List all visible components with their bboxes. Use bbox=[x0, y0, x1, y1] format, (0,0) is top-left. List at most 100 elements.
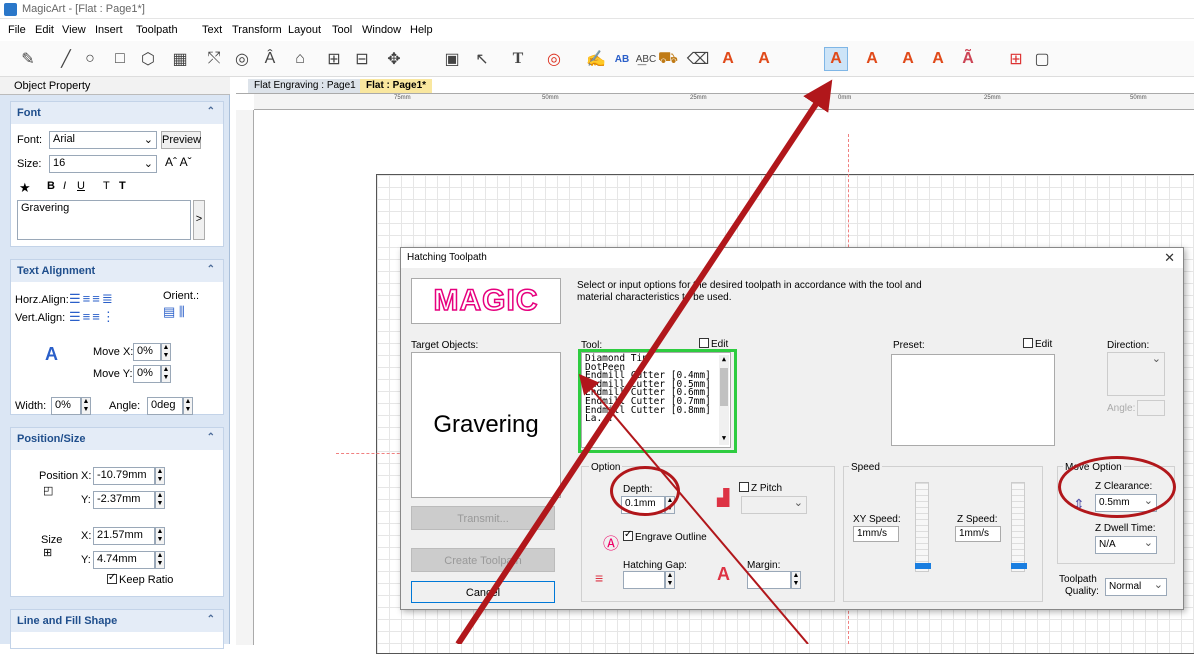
margin-input[interactable] bbox=[747, 571, 791, 589]
menu-text[interactable]: Text bbox=[202, 24, 222, 36]
text-image-icon[interactable]: Â bbox=[258, 47, 282, 71]
tab-flat-page1[interactable]: Flat : Page1* bbox=[360, 79, 433, 93]
frame-icon[interactable]: ▢ bbox=[1030, 47, 1054, 71]
position-size-header[interactable]: Position/Size ⌃ bbox=[11, 428, 223, 450]
select-arrow-icon[interactable]: ↖ bbox=[470, 47, 494, 71]
menu-file[interactable]: File bbox=[8, 24, 26, 36]
distribute-icon[interactable]: ⊟ bbox=[350, 47, 374, 71]
pos-x-input[interactable]: -10.79mm bbox=[93, 467, 155, 485]
ab-text-icon[interactable]: AB bbox=[610, 47, 634, 71]
engrave-a-icon-5[interactable]: A bbox=[896, 47, 920, 71]
engrave-a-icon-4[interactable]: A bbox=[860, 47, 884, 71]
collapse-icon[interactable]: ⌃ bbox=[207, 432, 215, 443]
orient-icons[interactable]: ▤ ⫼ bbox=[163, 304, 185, 320]
size-x-spinner[interactable]: ▲ ▼ bbox=[155, 527, 165, 545]
engrave-a-icon-2[interactable]: A bbox=[752, 47, 776, 71]
size-y-input[interactable]: 4.74mm bbox=[93, 551, 155, 569]
text-style-2[interactable]: T bbox=[119, 180, 126, 192]
engrave-a-icon-7[interactable]: Ã bbox=[956, 47, 980, 71]
slider-thumb[interactable] bbox=[1011, 563, 1027, 569]
grid-snap-icon[interactable]: ⊞ bbox=[1004, 47, 1028, 71]
text-alignment-header[interactable]: Text Alignment ⌃ bbox=[11, 260, 223, 282]
shape-tool-icon[interactable]: ⌂ bbox=[288, 47, 312, 71]
page-icon[interactable]: ▣ bbox=[440, 47, 464, 71]
text-style-1[interactable]: T bbox=[103, 180, 110, 192]
increase-font-icon[interactable]: Aˆ Aˇ bbox=[165, 155, 192, 169]
arrange-icon[interactable]: ✥ bbox=[382, 47, 406, 71]
font-select[interactable]: Arial ⌄ bbox=[49, 131, 157, 149]
preview-button[interactable]: Preview bbox=[161, 131, 201, 149]
xy-speed-slider[interactable] bbox=[915, 482, 931, 572]
font-section-header[interactable]: Font ⌃ bbox=[11, 102, 223, 124]
tab-flat-engraving[interactable]: Flat Engraving : Page1 bbox=[248, 79, 362, 93]
direction-select[interactable] bbox=[1107, 352, 1165, 396]
line-fill-header[interactable]: Line and Fill Shape ⌃ bbox=[11, 610, 223, 632]
menu-window[interactable]: Window bbox=[362, 24, 401, 36]
horz-align-icons[interactable]: ☰≡≡≣ bbox=[69, 291, 115, 307]
angle-spinner[interactable]: ▲ ▼ bbox=[183, 397, 193, 415]
transmit-button[interactable]: Transmit... bbox=[411, 506, 555, 530]
move-x-input[interactable]: 0% bbox=[133, 343, 161, 361]
width-spinner[interactable]: ▲ ▼ bbox=[81, 397, 91, 415]
menu-view[interactable]: View bbox=[62, 24, 86, 36]
margin-spinner[interactable]: ▲ ▼ bbox=[791, 571, 801, 589]
apply-text-button[interactable]: > bbox=[193, 200, 205, 240]
zpitch-checkbox[interactable]: Z Pitch bbox=[739, 482, 782, 494]
close-icon[interactable]: ✕ bbox=[1164, 250, 1175, 266]
toolpath-quality-select[interactable]: Normal bbox=[1105, 578, 1167, 596]
circle-tool-icon[interactable]: ○ bbox=[78, 47, 102, 71]
angle-input[interactable]: 0deg bbox=[147, 397, 183, 415]
engrave-a-icon-6[interactable]: A bbox=[926, 47, 950, 71]
pos-y-spinner[interactable]: ▲ ▼ bbox=[155, 491, 165, 509]
underline-button[interactable]: U bbox=[77, 180, 85, 192]
text-input[interactable]: Gravering bbox=[17, 200, 191, 240]
pen-tool-icon[interactable]: ✍ bbox=[584, 47, 608, 71]
move-x-spinner[interactable]: ▲ ▼ bbox=[161, 343, 171, 361]
star-icon[interactable]: ★ bbox=[19, 180, 31, 196]
cancel-button[interactable]: Cancel bbox=[411, 581, 555, 603]
menu-layout[interactable]: Layout bbox=[288, 24, 321, 36]
tool-box-icon[interactable]: ⛟ bbox=[656, 47, 680, 71]
ellipse-frame-icon[interactable]: ◎ bbox=[230, 47, 254, 71]
keep-ratio-checkbox[interactable]: Keep Ratio bbox=[107, 572, 173, 586]
size-x-input[interactable]: 21.57mm bbox=[93, 527, 155, 545]
line-tool-icon[interactable]: ╱ bbox=[54, 47, 78, 71]
text-tool-icon[interactable]: T bbox=[506, 47, 530, 71]
pos-x-spinner[interactable]: ▲ ▼ bbox=[155, 467, 165, 485]
menu-tool[interactable]: Tool bbox=[332, 24, 352, 36]
menu-transform[interactable]: Transform bbox=[232, 24, 282, 36]
z-speed-slider[interactable] bbox=[1011, 482, 1027, 572]
bold-button[interactable]: B bbox=[47, 180, 55, 192]
move-y-input[interactable]: 0% bbox=[133, 365, 161, 383]
width-input[interactable]: 0% bbox=[51, 397, 81, 415]
italic-button[interactable]: I bbox=[63, 180, 66, 192]
circle-text-icon[interactable]: ◎ bbox=[542, 47, 566, 71]
vert-align-icons[interactable]: ☰≡≡⋮ bbox=[69, 309, 117, 325]
zpitch-select[interactable] bbox=[741, 496, 807, 514]
menu-help[interactable]: Help bbox=[410, 24, 433, 36]
svg-import-icon[interactable]: ✎ bbox=[16, 47, 40, 71]
angle-input[interactable] bbox=[1137, 400, 1165, 416]
preset-list[interactable] bbox=[891, 354, 1055, 446]
rectangle-tool-icon[interactable]: □ bbox=[108, 47, 132, 71]
engrave-a-icon-1[interactable]: A bbox=[716, 47, 740, 71]
polygon-tool-icon[interactable]: ⬡ bbox=[136, 47, 160, 71]
grid-tool-icon[interactable]: ▦ bbox=[168, 47, 192, 71]
move-y-spinner[interactable]: ▲ ▼ bbox=[161, 365, 171, 383]
collapse-icon[interactable]: ⌃ bbox=[207, 106, 215, 117]
hatching-gap-spinner[interactable]: ▲ ▼ bbox=[665, 571, 675, 589]
slider-thumb[interactable] bbox=[915, 563, 931, 569]
z-dwell-select[interactable]: N/A bbox=[1095, 536, 1157, 554]
trace-tool-icon[interactable]: ⤲ bbox=[202, 47, 226, 71]
align-icon[interactable]: ⊞ bbox=[322, 47, 346, 71]
hatching-gap-input[interactable] bbox=[623, 571, 665, 589]
abc-text-icon[interactable]: A͟BC bbox=[634, 47, 658, 71]
size-y-spinner[interactable]: ▲ ▼ bbox=[155, 551, 165, 569]
size-select[interactable]: 16 ⌄ bbox=[49, 155, 157, 173]
menu-edit[interactable]: Edit bbox=[35, 24, 54, 36]
collapse-icon[interactable]: ⌃ bbox=[207, 264, 215, 275]
collapse-icon[interactable]: ⌃ bbox=[207, 614, 215, 625]
menu-insert[interactable]: Insert bbox=[95, 24, 123, 36]
create-toolpath-button[interactable]: Create Toolpath bbox=[411, 548, 555, 572]
hatching-toolpath-icon[interactable]: A bbox=[824, 47, 848, 71]
